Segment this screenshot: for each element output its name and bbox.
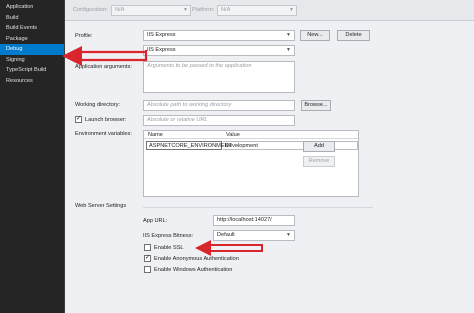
- enable-ssl-label: Enable SSL: [154, 245, 184, 251]
- platform-label: Platform:: [192, 7, 215, 13]
- sidebar-item-application[interactable]: Application: [0, 2, 64, 13]
- sidebar-item-typescript-build[interactable]: TypeScript Build: [0, 65, 64, 76]
- column-header-value: Value: [226, 132, 240, 138]
- app-url-label: App URL:: [143, 218, 168, 224]
- environment-variables-label: Environment variables:: [75, 131, 132, 137]
- configuration-select[interactable]: N/A ▼: [111, 5, 191, 16]
- app-arguments-label: Application arguments:: [75, 64, 132, 70]
- iis-express-bitness-select[interactable]: Default ▼: [213, 230, 295, 241]
- enable-windows-auth-label: Enable Windows Authentication: [154, 267, 233, 273]
- sidebar: Application Build Build Events Package D…: [0, 0, 64, 313]
- checkmark-icon: ✓: [145, 254, 151, 261]
- iis-express-bitness-label: IIS Express Bitness:: [143, 233, 194, 239]
- remove-env-var-button[interactable]: Remove: [303, 156, 335, 167]
- browse-button[interactable]: Browse...: [301, 100, 331, 111]
- sidebar-item-resources[interactable]: Resources: [0, 76, 64, 87]
- platform-select[interactable]: N/A ▼: [217, 5, 297, 16]
- enable-windows-auth-checkbox[interactable]: [144, 266, 151, 273]
- launch-browser-label: Launch browser:: [85, 117, 127, 123]
- sidebar-item-build-events[interactable]: Build Events: [0, 23, 64, 34]
- platform-value: N/A: [221, 7, 231, 13]
- chevron-down-icon: ▼: [289, 7, 294, 13]
- new-profile-button[interactable]: New...: [300, 30, 330, 41]
- configuration-value: N/A: [115, 7, 125, 13]
- chevron-down-icon: ▼: [183, 7, 188, 13]
- sidebar-item-build[interactable]: Build: [0, 13, 64, 24]
- chevron-down-icon: ▼: [286, 32, 291, 38]
- bitness-value: Default: [217, 232, 235, 238]
- table-header: Name Value: [144, 131, 358, 139]
- add-env-var-button[interactable]: Add: [303, 141, 335, 152]
- configuration-bar: Configuration: N/A ▼ Platform: N/A ▼: [65, 0, 474, 21]
- working-directory-input[interactable]: Absolute path to working directory: [143, 100, 295, 111]
- checkmark-icon: ✓: [76, 115, 82, 122]
- configuration-label: Configuration:: [73, 7, 108, 13]
- chevron-down-icon: ▼: [286, 47, 291, 53]
- web-server-settings-heading: Web Server Settings: [75, 203, 127, 209]
- delete-profile-button[interactable]: Delete: [337, 30, 370, 41]
- launch-value: IIS Express: [147, 47, 176, 53]
- enable-anonymous-auth-checkbox[interactable]: ✓: [144, 254, 151, 262]
- column-header-name: Name: [148, 132, 163, 138]
- profile-select[interactable]: IIS Express ▼: [143, 30, 295, 41]
- sidebar-item-debug[interactable]: Debug: [0, 44, 64, 55]
- app-url-input[interactable]: http://localhost:14027/: [213, 215, 295, 226]
- launch-select[interactable]: IIS Express ▼: [143, 45, 295, 56]
- sidebar-item-signing[interactable]: Signing: [0, 55, 64, 66]
- working-directory-label: Working directory:: [75, 102, 120, 108]
- enable-ssl-checkbox[interactable]: [144, 244, 151, 251]
- launch-browser-checkbox[interactable]: ✓: [75, 115, 82, 123]
- debug-settings-panel: Configuration: N/A ▼ Platform: N/A ▼ Pro…: [64, 0, 474, 313]
- launch-browser-url-input[interactable]: Absolute or relative URL: [143, 115, 295, 126]
- env-var-value-cell[interactable]: Development: [223, 141, 358, 150]
- profile-label: Profile:: [75, 33, 93, 39]
- chevron-down-icon: ▼: [286, 232, 291, 238]
- sidebar-item-package[interactable]: Package: [0, 34, 64, 45]
- section-divider: [143, 207, 373, 208]
- enable-anonymous-auth-label: Enable Anonymous Authentication: [154, 256, 239, 262]
- profile-value: IIS Express: [147, 32, 176, 38]
- env-var-name-cell[interactable]: ASPNETCORE_ENVIRONMENT: [146, 141, 232, 150]
- app-arguments-input[interactable]: Arguments to be passed to the applicatio…: [143, 61, 295, 93]
